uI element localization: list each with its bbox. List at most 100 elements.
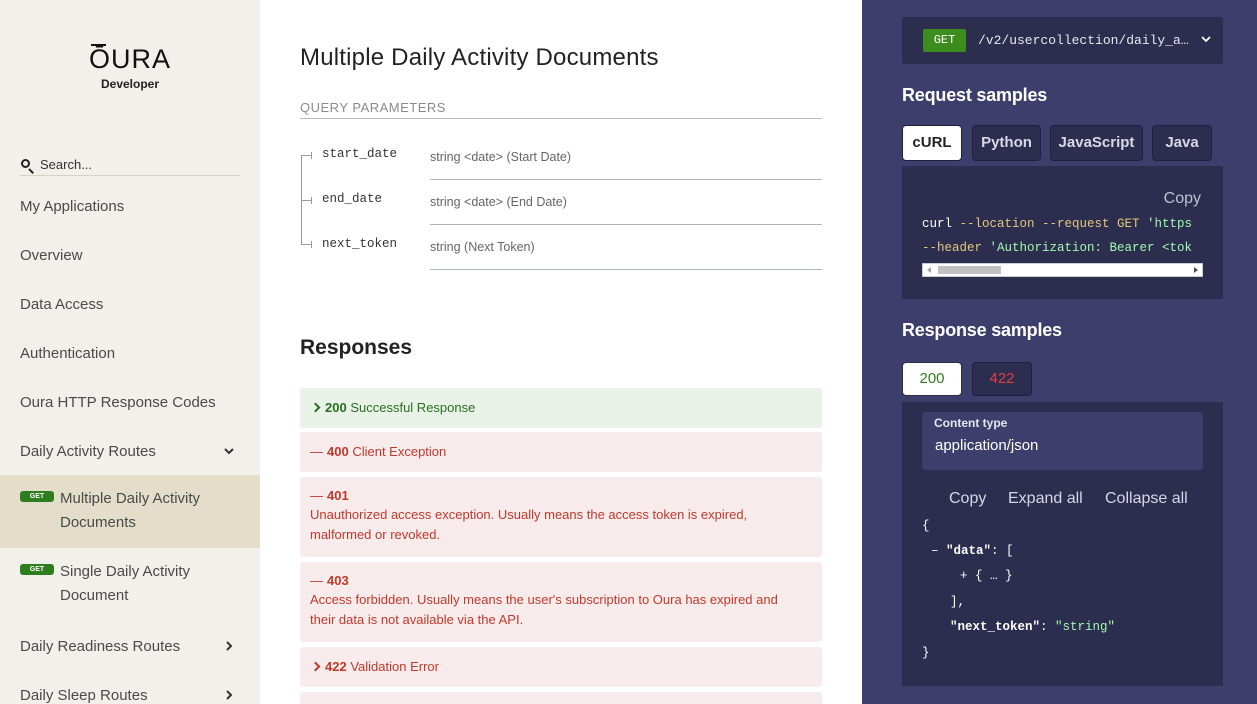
sidebar-item-daily-readiness-routes[interactable]: Daily Readiness Routes — [0, 634, 260, 658]
minus-icon: — — [310, 444, 323, 459]
sidebar-item-single-daily-activity[interactable]: GET Single Daily Activity Document — [0, 548, 260, 621]
chevron-right-icon — [226, 641, 233, 651]
response-400[interactable]: — 400 Client Exception — [300, 432, 822, 472]
sidebar-item-authentication[interactable]: Authentication — [0, 341, 260, 365]
get-badge: GET — [20, 564, 54, 575]
search-icon — [20, 158, 36, 174]
sidebar-item-daily-sleep-routes[interactable]: Daily Sleep Routes — [0, 683, 260, 704]
scroll-left-arrow-icon[interactable] — [927, 267, 931, 273]
sidebar-item-my-applications[interactable]: My Applications — [0, 194, 260, 218]
collapse-toggle[interactable]: – — [931, 544, 939, 558]
content-type-selector[interactable]: Content type application/json — [922, 412, 1203, 470]
code-line: --header 'Authorization: Bearer <tok — [922, 241, 1193, 255]
expand-toggle[interactable]: + — [960, 569, 968, 583]
samples-panel: GET /v2/usercollection/daily_a… Request … — [862, 0, 1257, 704]
collapse-all-button[interactable]: Collapse all — [1105, 490, 1188, 508]
json-line: + { … } — [960, 569, 1013, 583]
response-code: 401 — [327, 488, 349, 503]
tab-java[interactable]: Java — [1152, 125, 1212, 161]
minus-icon: — — [310, 488, 323, 503]
expand-all-button[interactable]: Expand all — [1008, 490, 1083, 508]
param-name: end_date — [322, 192, 383, 206]
scroll-right-arrow-icon[interactable] — [1194, 267, 1198, 273]
response-code: 422 — [325, 659, 347, 674]
sidebar-item-label: Documents — [60, 514, 136, 531]
json-line: "next_token": "string" — [950, 620, 1116, 634]
tab-status-422[interactable]: 422 — [972, 362, 1032, 396]
code-line: curl --location --request GET 'https — [922, 217, 1193, 231]
sidebar-item-label: Oura HTTP Response Codes — [20, 393, 216, 411]
response-code: 200 — [325, 400, 347, 415]
request-samples-heading: Request samples — [902, 85, 1048, 105]
sidebar: ŌURA Developer Search... My Applications… — [0, 0, 260, 704]
copy-button[interactable]: Copy — [1164, 190, 1201, 208]
logo-macron — [90, 44, 106, 46]
response-403[interactable]: — 403 Access forbidden. Usually means the… — [300, 562, 822, 642]
sidebar-item-label: Single Daily Activity — [60, 563, 191, 580]
param-type: string (Next Token) — [430, 240, 535, 254]
sidebar-item-label: Daily Activity Routes — [20, 442, 156, 460]
chevron-down-icon — [1201, 36, 1211, 43]
response-description: Unauthorized access exception. Usually m… — [310, 507, 748, 522]
response-description: their data is not available via the API. — [310, 612, 524, 627]
endpoint-selector[interactable]: GET /v2/usercollection/daily_a… — [902, 17, 1223, 64]
chevron-right-icon — [226, 690, 233, 700]
chevron-down-icon — [224, 448, 234, 455]
endpoint-path: /v2/usercollection/daily_a… — [978, 33, 1189, 48]
tab-status-200[interactable]: 200 — [902, 362, 962, 396]
response-description: malformed or revoked. — [310, 527, 441, 542]
response-code: 403 — [327, 573, 349, 588]
sidebar-item-label: Document — [60, 587, 129, 604]
response-401[interactable]: — 401 Unauthorized access exception. Usua… — [300, 477, 822, 557]
content-type-value: application/json — [935, 437, 1039, 454]
sidebar-item-data-access[interactable]: Data Access — [0, 292, 260, 316]
response-422[interactable]: 422 Validation Error — [300, 647, 822, 687]
tab-python[interactable]: Python — [972, 125, 1041, 161]
logo-subtitle: Developer — [100, 77, 160, 91]
responses-heading: Responses — [300, 336, 413, 359]
response-label: Validation Error — [350, 659, 439, 674]
copy-button[interactable]: Copy — [949, 490, 986, 508]
sidebar-item-label: Multiple Daily Activity — [60, 490, 201, 507]
sidebar-item-response-codes[interactable]: Oura HTTP Response Codes — [0, 390, 260, 414]
main-content: Multiple Daily Activity Documents QUERY … — [260, 0, 862, 704]
response-sample-block: Content type application/json Copy Expan… — [902, 402, 1223, 686]
response-label: Client Exception — [352, 444, 447, 459]
horizontal-scrollbar[interactable] — [922, 263, 1203, 277]
search-box[interactable]: Search... — [20, 153, 240, 176]
page-title: Multiple Daily Activity Documents — [300, 44, 659, 71]
chevron-right-icon — [310, 402, 321, 413]
response-samples-heading: Response samples — [902, 320, 1062, 340]
sidebar-item-label: My Applications — [20, 197, 125, 215]
logo-text: ŌURA — [88, 44, 171, 74]
oura-logo[interactable]: ŌURA Developer — [0, 44, 260, 91]
search-input[interactable]: Search... — [40, 157, 92, 172]
response-more[interactable] — [300, 692, 822, 704]
scrollbar-thumb[interactable] — [938, 266, 1001, 274]
tab-javascript[interactable]: JavaScript — [1050, 125, 1143, 161]
chevron-right-icon — [310, 661, 321, 672]
sidebar-item-label: Data Access — [20, 295, 104, 313]
param-type: string <date> (Start Date) — [430, 150, 572, 164]
sidebar-item-overview[interactable]: Overview — [0, 243, 260, 267]
param-start-date: start_date string <date> (Start Date) — [300, 135, 822, 180]
sidebar-item-label: Authentication — [20, 344, 116, 362]
json-line: { — [922, 519, 930, 533]
json-line: – "data": [ — [931, 544, 1014, 558]
response-200[interactable]: 200 Successful Response — [300, 388, 822, 428]
query-parameters-heading: QUERY PARAMETERS — [300, 100, 822, 119]
tab-curl[interactable]: cURL — [902, 125, 962, 161]
request-code-block: Copy curl --location --request GET 'http… — [902, 166, 1223, 299]
sidebar-item-label: Overview — [20, 246, 83, 264]
param-name: start_date — [322, 147, 398, 161]
sidebar-item-multiple-daily-activity[interactable]: GET Multiple Daily Activity Documents — [0, 475, 260, 548]
sidebar-item-daily-activity-routes[interactable]: Daily Activity Routes — [0, 439, 260, 463]
json-line: ], — [950, 595, 966, 609]
minus-icon: — — [310, 573, 323, 588]
param-next-token: next_token string (Next Token) — [300, 225, 822, 270]
http-method-badge: GET — [923, 29, 966, 52]
response-code: 400 — [327, 444, 349, 459]
content-type-label: Content type — [934, 416, 1008, 430]
param-end-date: end_date string <date> (End Date) — [300, 180, 822, 225]
sidebar-item-label: Daily Readiness Routes — [20, 637, 181, 655]
